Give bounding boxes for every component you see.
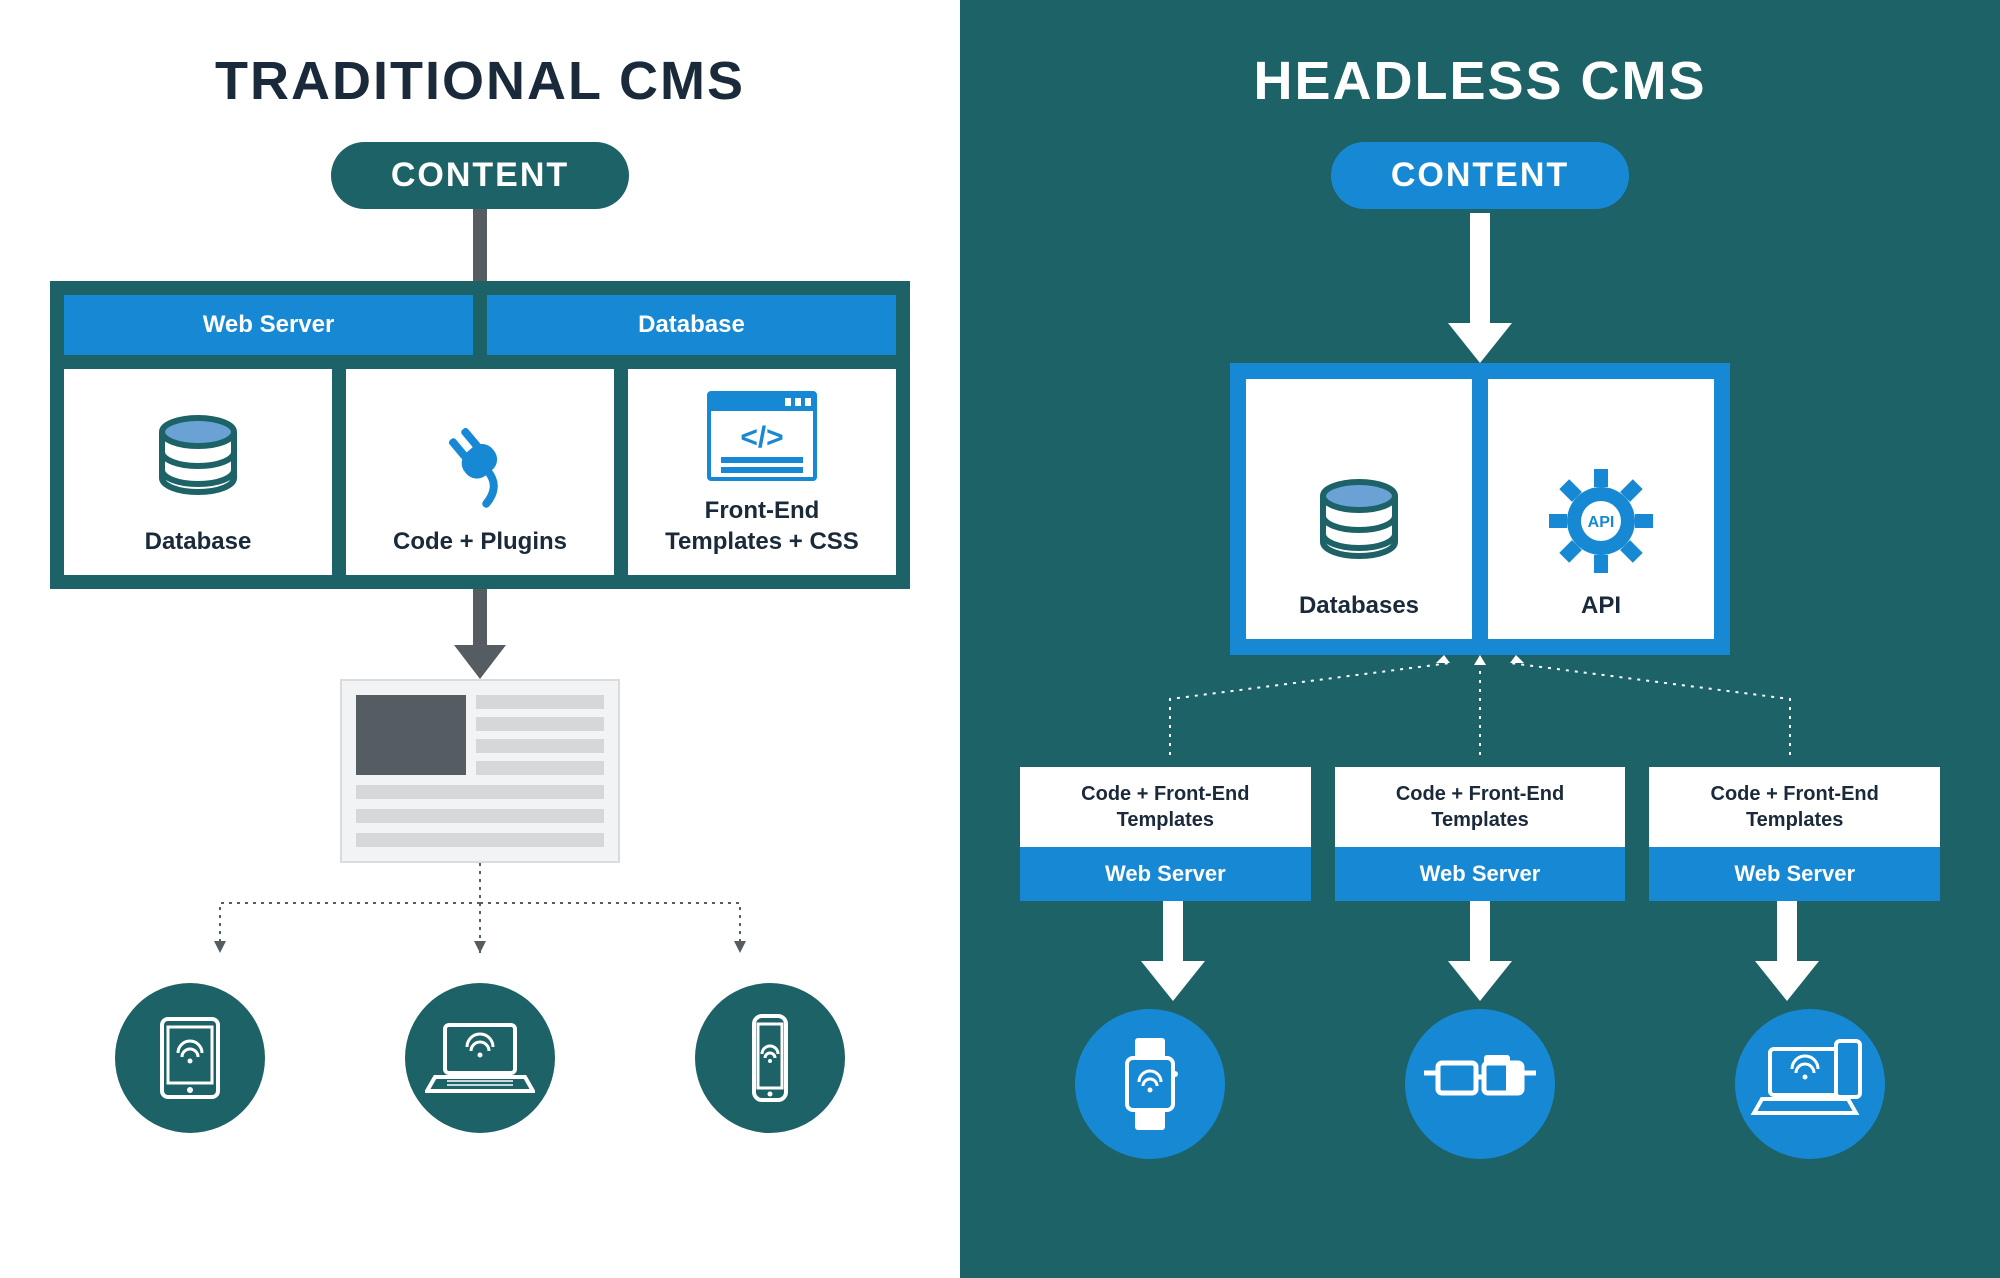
arrow-down-icon bbox=[1755, 901, 1819, 1001]
arrow-down-icon bbox=[454, 589, 506, 679]
content-pill-left: CONTENT bbox=[331, 142, 629, 209]
laptop-icon bbox=[1735, 1009, 1885, 1159]
server-box: Code + Front-End Templates Web Server bbox=[1649, 767, 1940, 901]
title-headless: HEADLESS CMS bbox=[1253, 50, 1706, 112]
server-top-label: Code + Front-End Templates bbox=[1649, 767, 1940, 847]
server-box: Code + Front-End Templates Web Server bbox=[1020, 767, 1311, 901]
header-database: Database bbox=[487, 295, 896, 355]
panel-headless: HEADLESS CMS CONTENT Databases bbox=[960, 0, 2000, 1278]
card-plugins: Code + Plugins bbox=[346, 369, 614, 575]
phone-icon bbox=[695, 983, 845, 1133]
header-web-server: Web Server bbox=[64, 295, 473, 355]
database-icon bbox=[1309, 476, 1409, 576]
servers-row: Code + Front-End Templates Web Server Co… bbox=[1020, 767, 1940, 901]
svg-text:</>: </> bbox=[740, 421, 783, 454]
server-bottom-label: Web Server bbox=[1020, 847, 1311, 901]
svg-text:API: API bbox=[1588, 514, 1615, 531]
rendered-page-icon bbox=[340, 679, 620, 863]
dotted-connectors bbox=[130, 863, 830, 973]
arrow-down-icon bbox=[473, 209, 487, 281]
card-label: API bbox=[1581, 590, 1621, 621]
smartwatch-icon bbox=[1075, 1009, 1225, 1159]
database-icon bbox=[148, 412, 248, 512]
title-traditional: TRADITIONAL CMS bbox=[215, 50, 745, 112]
arrow-down-icon bbox=[1448, 213, 1512, 363]
server-bottom-label: Web Server bbox=[1335, 847, 1626, 901]
panel-traditional: TRADITIONAL CMS CONTENT Web Server Datab… bbox=[0, 0, 960, 1278]
server-top-label: Code + Front-End Templates bbox=[1020, 767, 1311, 847]
api-gear-icon: API bbox=[1546, 466, 1656, 576]
plug-icon bbox=[430, 412, 530, 512]
card-api: API API bbox=[1488, 379, 1714, 639]
card-label: Code + Plugins bbox=[393, 526, 567, 557]
laptop-icon bbox=[405, 983, 555, 1133]
card-label: Databases bbox=[1299, 590, 1419, 621]
card-templates: </> Front-End Templates + CSS bbox=[628, 369, 896, 575]
card-databases: Databases bbox=[1246, 379, 1472, 639]
server-box: Code + Front-End Templates Web Server bbox=[1335, 767, 1626, 901]
server-bottom-label: Web Server bbox=[1649, 847, 1940, 901]
tablet-icon bbox=[115, 983, 265, 1133]
card-database: Database bbox=[64, 369, 332, 575]
devices-row bbox=[115, 983, 845, 1133]
card-label: Front-End Templates + CSS bbox=[665, 495, 859, 557]
content-pill-right: CONTENT bbox=[1331, 142, 1629, 209]
traditional-cluster: Web Server Database Database bbox=[50, 281, 910, 589]
arrow-down-icon bbox=[1448, 901, 1512, 1001]
card-label: Database bbox=[145, 526, 252, 557]
dotted-connectors bbox=[1020, 655, 1940, 755]
code-window-icon: </> bbox=[707, 391, 817, 481]
server-top-label: Code + Front-End Templates bbox=[1335, 767, 1626, 847]
headless-cluster: Databases API API bbox=[1230, 363, 1730, 655]
devices-row bbox=[1075, 1009, 1885, 1159]
arrow-down-icon bbox=[1141, 901, 1205, 1001]
smart-glasses-icon bbox=[1405, 1009, 1555, 1159]
